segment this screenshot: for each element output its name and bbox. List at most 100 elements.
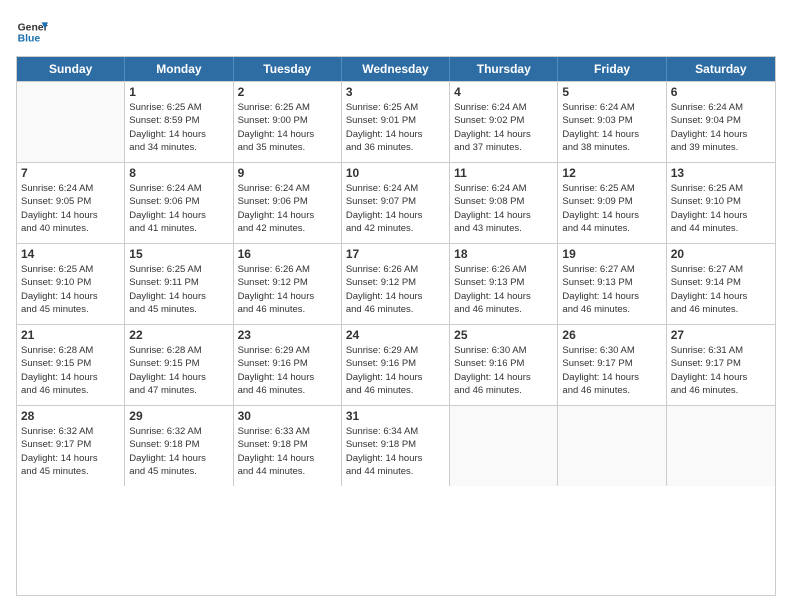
daylight-minutes: and 38 minutes. [562, 141, 661, 154]
daylight-text: Daylight: 14 hours [454, 371, 553, 384]
sunrise-text: Sunrise: 6:26 AM [454, 263, 553, 276]
daylight-text: Daylight: 14 hours [671, 371, 771, 384]
sunrise-text: Sunrise: 6:32 AM [21, 425, 120, 438]
calendar: SundayMondayTuesdayWednesdayThursdayFrid… [16, 56, 776, 596]
sunrise-text: Sunrise: 6:24 AM [454, 182, 553, 195]
daylight-text: Daylight: 14 hours [562, 128, 661, 141]
cal-week-1: 7Sunrise: 6:24 AMSunset: 9:05 PMDaylight… [17, 162, 775, 243]
day-number: 7 [21, 166, 120, 180]
sunset-text: Sunset: 9:18 PM [238, 438, 337, 451]
daylight-minutes: and 46 minutes. [454, 384, 553, 397]
day-number: 28 [21, 409, 120, 423]
day-cell-20: 20Sunrise: 6:27 AMSunset: 9:14 PMDayligh… [667, 244, 775, 324]
sunset-text: Sunset: 9:06 PM [238, 195, 337, 208]
sunrise-text: Sunrise: 6:29 AM [238, 344, 337, 357]
page: General Blue SundayMondayTuesdayWednesda… [0, 0, 792, 612]
daylight-text: Daylight: 14 hours [21, 290, 120, 303]
day-cell-7: 7Sunrise: 6:24 AMSunset: 9:05 PMDaylight… [17, 163, 125, 243]
logo: General Blue [16, 16, 48, 48]
day-cell-4: 4Sunrise: 6:24 AMSunset: 9:02 PMDaylight… [450, 82, 558, 162]
sunset-text: Sunset: 9:10 PM [21, 276, 120, 289]
day-cell-12: 12Sunrise: 6:25 AMSunset: 9:09 PMDayligh… [558, 163, 666, 243]
daylight-text: Daylight: 14 hours [21, 371, 120, 384]
day-cell-18: 18Sunrise: 6:26 AMSunset: 9:13 PMDayligh… [450, 244, 558, 324]
daylight-minutes: and 46 minutes. [238, 384, 337, 397]
daylight-minutes: and 46 minutes. [346, 384, 445, 397]
header-day-sunday: Sunday [17, 57, 125, 81]
sunset-text: Sunset: 9:06 PM [129, 195, 228, 208]
sunset-text: Sunset: 9:11 PM [129, 276, 228, 289]
sunset-text: Sunset: 9:13 PM [454, 276, 553, 289]
daylight-minutes: and 45 minutes. [129, 303, 228, 316]
daylight-minutes: and 46 minutes. [21, 384, 120, 397]
day-cell-30: 30Sunrise: 6:33 AMSunset: 9:18 PMDayligh… [234, 406, 342, 486]
daylight-text: Daylight: 14 hours [562, 209, 661, 222]
day-cell-11: 11Sunrise: 6:24 AMSunset: 9:08 PMDayligh… [450, 163, 558, 243]
daylight-minutes: and 42 minutes. [346, 222, 445, 235]
day-number: 9 [238, 166, 337, 180]
day-cell-10: 10Sunrise: 6:24 AMSunset: 9:07 PMDayligh… [342, 163, 450, 243]
daylight-minutes: and 45 minutes. [21, 465, 120, 478]
sunset-text: Sunset: 9:12 PM [238, 276, 337, 289]
sunrise-text: Sunrise: 6:32 AM [129, 425, 228, 438]
sunrise-text: Sunrise: 6:31 AM [671, 344, 771, 357]
sunset-text: Sunset: 9:08 PM [454, 195, 553, 208]
cal-week-0: 1Sunrise: 6:25 AMSunset: 8:59 PMDaylight… [17, 81, 775, 162]
daylight-text: Daylight: 14 hours [346, 128, 445, 141]
empty-cell [558, 406, 666, 486]
svg-text:Blue: Blue [18, 34, 41, 45]
sunset-text: Sunset: 9:16 PM [454, 357, 553, 370]
day-number: 23 [238, 328, 337, 342]
sunrise-text: Sunrise: 6:28 AM [21, 344, 120, 357]
day-number: 25 [454, 328, 553, 342]
header-day-tuesday: Tuesday [234, 57, 342, 81]
day-number: 13 [671, 166, 771, 180]
sunrise-text: Sunrise: 6:25 AM [562, 182, 661, 195]
day-cell-15: 15Sunrise: 6:25 AMSunset: 9:11 PMDayligh… [125, 244, 233, 324]
day-number: 16 [238, 247, 337, 261]
sunrise-text: Sunrise: 6:27 AM [671, 263, 771, 276]
daylight-text: Daylight: 14 hours [129, 290, 228, 303]
sunrise-text: Sunrise: 6:33 AM [238, 425, 337, 438]
daylight-text: Daylight: 14 hours [346, 290, 445, 303]
daylight-minutes: and 36 minutes. [346, 141, 445, 154]
daylight-minutes: and 46 minutes. [346, 303, 445, 316]
daylight-minutes: and 37 minutes. [454, 141, 553, 154]
day-number: 10 [346, 166, 445, 180]
day-number: 14 [21, 247, 120, 261]
sunrise-text: Sunrise: 6:25 AM [129, 263, 228, 276]
day-cell-6: 6Sunrise: 6:24 AMSunset: 9:04 PMDaylight… [667, 82, 775, 162]
day-number: 21 [21, 328, 120, 342]
header-day-wednesday: Wednesday [342, 57, 450, 81]
cal-week-4: 28Sunrise: 6:32 AMSunset: 9:17 PMDayligh… [17, 405, 775, 486]
day-cell-23: 23Sunrise: 6:29 AMSunset: 9:16 PMDayligh… [234, 325, 342, 405]
empty-cell [667, 406, 775, 486]
sunset-text: Sunset: 9:17 PM [562, 357, 661, 370]
daylight-text: Daylight: 14 hours [129, 452, 228, 465]
daylight-text: Daylight: 14 hours [346, 371, 445, 384]
sunset-text: Sunset: 9:17 PM [671, 357, 771, 370]
sunset-text: Sunset: 9:12 PM [346, 276, 445, 289]
daylight-minutes: and 46 minutes. [562, 303, 661, 316]
sunrise-text: Sunrise: 6:24 AM [21, 182, 120, 195]
daylight-text: Daylight: 14 hours [346, 452, 445, 465]
sunrise-text: Sunrise: 6:30 AM [562, 344, 661, 357]
day-number: 18 [454, 247, 553, 261]
day-cell-29: 29Sunrise: 6:32 AMSunset: 9:18 PMDayligh… [125, 406, 233, 486]
daylight-minutes: and 46 minutes. [671, 303, 771, 316]
daylight-text: Daylight: 14 hours [238, 452, 337, 465]
daylight-text: Daylight: 14 hours [562, 371, 661, 384]
sunset-text: Sunset: 9:17 PM [21, 438, 120, 451]
sunset-text: Sunset: 9:04 PM [671, 114, 771, 127]
daylight-minutes: and 45 minutes. [129, 465, 228, 478]
calendar-header: SundayMondayTuesdayWednesdayThursdayFrid… [17, 57, 775, 81]
day-cell-31: 31Sunrise: 6:34 AMSunset: 9:18 PMDayligh… [342, 406, 450, 486]
sunrise-text: Sunrise: 6:25 AM [346, 101, 445, 114]
sunrise-text: Sunrise: 6:26 AM [238, 263, 337, 276]
sunrise-text: Sunrise: 6:24 AM [129, 182, 228, 195]
sunset-text: Sunset: 9:02 PM [454, 114, 553, 127]
sunset-text: Sunset: 9:18 PM [346, 438, 445, 451]
daylight-minutes: and 44 minutes. [238, 465, 337, 478]
day-number: 19 [562, 247, 661, 261]
sunset-text: Sunset: 9:16 PM [346, 357, 445, 370]
